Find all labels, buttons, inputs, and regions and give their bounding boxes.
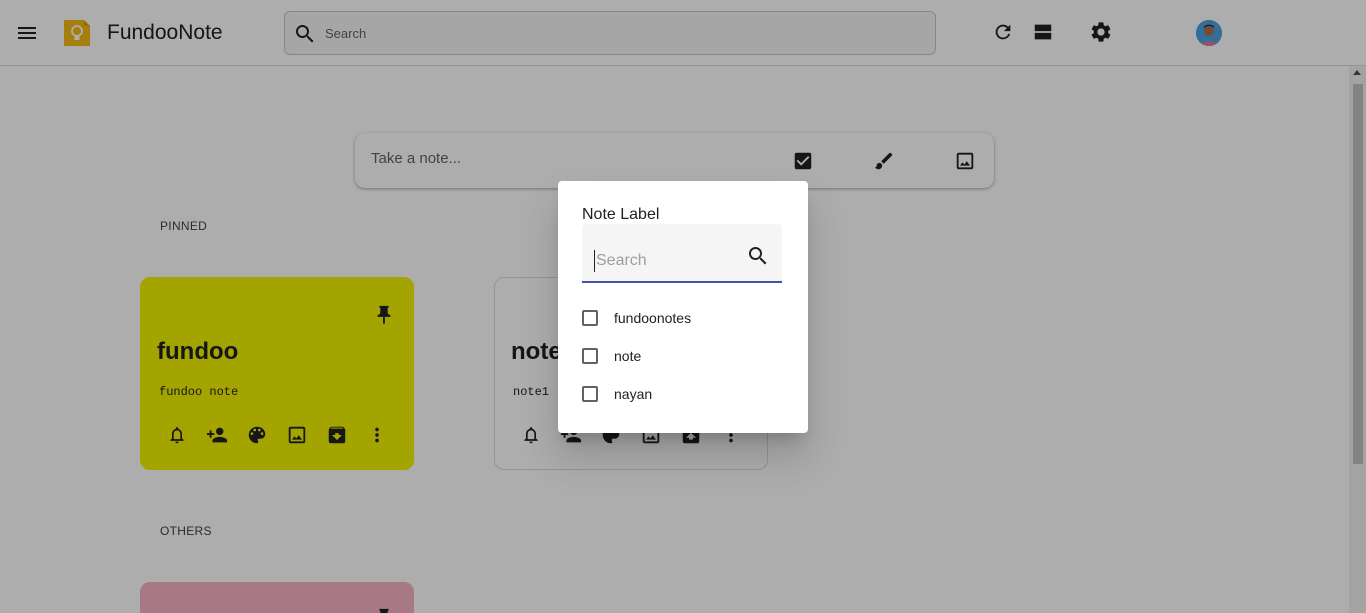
label-option[interactable]: nayan — [582, 382, 652, 406]
label-search-field[interactable] — [582, 224, 782, 283]
label-checkbox[interactable] — [582, 348, 598, 364]
search-icon[interactable] — [746, 244, 770, 268]
label-option[interactable]: note — [582, 344, 641, 368]
label-option-text[interactable]: note — [614, 348, 641, 364]
label-checkbox[interactable] — [582, 310, 598, 326]
note-label-dialog: Note Label fundoonotes note nayan — [558, 181, 808, 433]
label-option-text[interactable]: fundoonotes — [614, 310, 691, 326]
label-option-text[interactable]: nayan — [614, 386, 652, 402]
label-option[interactable]: fundoonotes — [582, 306, 691, 330]
label-checkbox[interactable] — [582, 386, 598, 402]
dialog-title: Note Label — [582, 206, 660, 223]
label-search-input[interactable] — [594, 250, 744, 272]
